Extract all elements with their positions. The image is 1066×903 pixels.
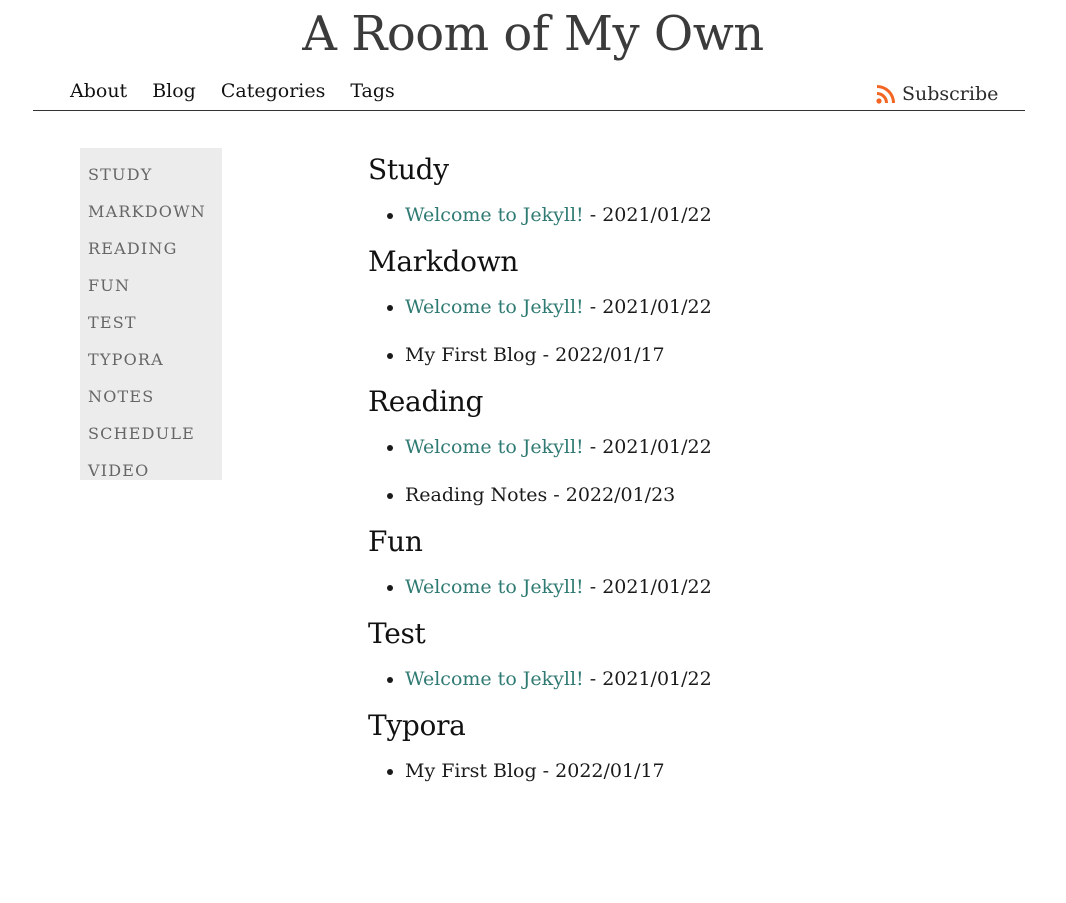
rss-icon xyxy=(876,85,895,104)
post-link[interactable]: Welcome to Jekyll! xyxy=(405,668,584,690)
site-title[interactable]: A Room of My Own xyxy=(0,4,1066,64)
category-heading: Markdown xyxy=(368,245,519,278)
nav-item-categories[interactable]: Categories xyxy=(221,78,326,104)
category-section-typora: Typora My First Blog - 2022/01/17 xyxy=(368,706,1028,784)
category-section-markdown: Markdown Welcome to Jekyll! - 2021/01/22… xyxy=(368,242,1028,368)
top-nav: About Blog Categories Tags xyxy=(70,78,420,104)
category-heading: Study xyxy=(368,153,449,186)
post-item: Welcome to Jekyll! - 2021/01/22 xyxy=(405,666,1028,692)
post-item: Welcome to Jekyll! - 2021/01/22 xyxy=(405,294,1028,320)
post-date: - 2022/01/17 xyxy=(536,760,665,782)
post-title: Reading Notes xyxy=(405,484,548,506)
post-list: Welcome to Jekyll! - 2021/01/22 xyxy=(368,666,1028,692)
post-list: Welcome to Jekyll! - 2021/01/22 xyxy=(368,574,1028,600)
sidebar-item-reading[interactable]: READING xyxy=(88,230,222,267)
post-link[interactable]: Welcome to Jekyll! xyxy=(405,576,584,598)
category-section-test: Test Welcome to Jekyll! - 2021/01/22 xyxy=(368,614,1028,692)
post-date: - 2021/01/22 xyxy=(583,576,712,598)
category-list: Study Welcome to Jekyll! - 2021/01/22 Ma… xyxy=(368,150,1028,798)
category-heading: Test xyxy=(368,617,426,650)
post-list: Welcome to Jekyll! - 2021/01/22 xyxy=(368,202,1028,228)
sidebar-item-fun[interactable]: FUN xyxy=(88,267,222,304)
nav-item-tags[interactable]: Tags xyxy=(350,78,394,104)
post-link[interactable]: Welcome to Jekyll! xyxy=(405,296,584,318)
post-link[interactable]: Welcome to Jekyll! xyxy=(405,436,584,458)
post-date: - 2021/01/22 xyxy=(583,296,712,318)
post-title: My First Blog xyxy=(405,344,537,366)
subscribe-label: Subscribe xyxy=(902,83,999,105)
post-date: - 2022/01/23 xyxy=(547,484,676,506)
post-date: - 2021/01/22 xyxy=(583,436,712,458)
category-sidebar: STUDY MARKDOWN READING FUN TEST TYPORA N… xyxy=(80,148,222,480)
sidebar-item-notes[interactable]: NOTES xyxy=(88,378,222,415)
sidebar-item-typora[interactable]: TYPORA xyxy=(88,341,222,378)
post-item: Reading Notes - 2022/01/23 xyxy=(405,482,1028,508)
post-date: - 2022/01/17 xyxy=(536,344,665,366)
post-item: My First Blog - 2022/01/17 xyxy=(405,758,1028,784)
post-item: My First Blog - 2022/01/17 xyxy=(405,342,1028,368)
category-section-study: Study Welcome to Jekyll! - 2021/01/22 xyxy=(368,150,1028,228)
post-title: My First Blog xyxy=(405,760,537,782)
subscribe-link[interactable]: Subscribe xyxy=(876,81,998,107)
category-heading: Fun xyxy=(368,525,423,558)
header-divider xyxy=(33,110,1025,111)
category-section-reading: Reading Welcome to Jekyll! - 2021/01/22 … xyxy=(368,382,1028,508)
post-date: - 2021/01/22 xyxy=(583,668,712,690)
sidebar-item-study[interactable]: STUDY xyxy=(88,156,222,193)
nav-item-blog[interactable]: Blog xyxy=(152,78,196,104)
nav-item-about[interactable]: About xyxy=(70,78,127,104)
post-item: Welcome to Jekyll! - 2021/01/22 xyxy=(405,202,1028,228)
post-link[interactable]: Welcome to Jekyll! xyxy=(405,204,584,226)
sidebar-item-markdown[interactable]: MARKDOWN xyxy=(88,193,222,230)
post-date: - 2021/01/22 xyxy=(583,204,712,226)
category-heading: Typora xyxy=(368,709,466,742)
post-item: Welcome to Jekyll! - 2021/01/22 xyxy=(405,574,1028,600)
sidebar-item-schedule[interactable]: SCHEDULE xyxy=(88,415,222,452)
post-list: Welcome to Jekyll! - 2021/01/22 Reading … xyxy=(368,434,1028,508)
category-heading: Reading xyxy=(368,385,484,418)
sidebar-item-test[interactable]: TEST xyxy=(88,304,222,341)
sidebar-item-video[interactable]: VIDEO xyxy=(88,452,222,489)
post-list: My First Blog - 2022/01/17 xyxy=(368,758,1028,784)
category-section-fun: Fun Welcome to Jekyll! - 2021/01/22 xyxy=(368,522,1028,600)
post-item: Welcome to Jekyll! - 2021/01/22 xyxy=(405,434,1028,460)
post-list: Welcome to Jekyll! - 2021/01/22 My First… xyxy=(368,294,1028,368)
